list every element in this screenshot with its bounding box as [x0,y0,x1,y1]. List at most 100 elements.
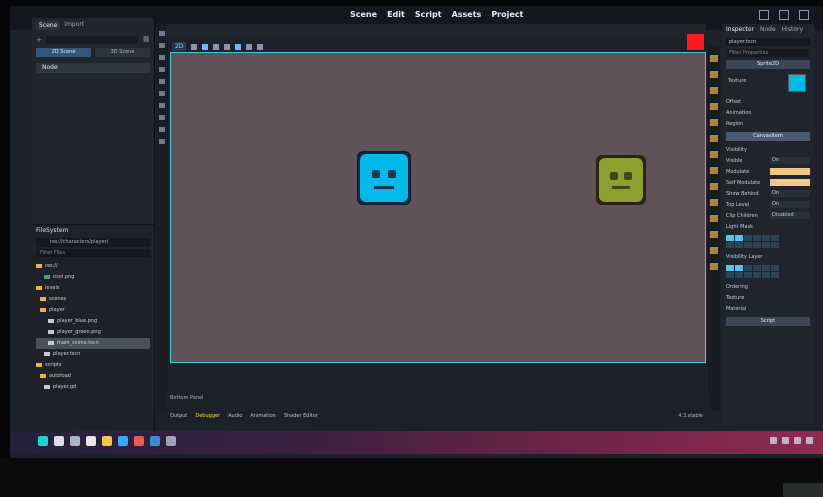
list-item[interactable]: levels [36,283,150,294]
start-icon[interactable] [38,436,48,446]
list-item[interactable]: scenes [36,294,150,305]
menu-project[interactable]: Project [491,10,523,19]
select-tool-icon[interactable] [191,43,198,50]
inspector-section[interactable]: Sprite2D [726,60,810,69]
add-node-icon[interactable]: ＋ [36,35,42,44]
battery-icon[interactable] [806,437,813,444]
color-swatch[interactable] [770,179,810,186]
edge-icon[interactable] [118,436,128,446]
property-row[interactable]: Modulate [726,166,810,177]
scale-tool-icon[interactable] [224,43,231,50]
tool-icon[interactable] [710,103,718,110]
chat-icon[interactable] [86,436,96,446]
menu-edit[interactable]: Edit [387,10,405,19]
property-row[interactable]: Material [726,303,810,314]
list-item[interactable]: main_scene.tscn [36,338,150,349]
scene-filter-input[interactable] [46,35,139,44]
lock-icon[interactable] [257,43,264,50]
godot-blue-icon[interactable] [357,151,411,205]
tool-icon[interactable] [710,231,718,238]
list-item[interactable]: player [36,305,150,316]
list-item[interactable]: scripts [36,360,150,371]
scene-tree-root[interactable]: Node [36,63,150,73]
list-item[interactable]: autoload [36,371,150,382]
tab-history[interactable]: History [782,26,803,33]
tool-icon[interactable] [710,135,718,142]
property-row[interactable]: Visibility [726,144,810,155]
inspector-path[interactable]: player.tscn [726,38,810,46]
volume-icon[interactable] [794,437,801,444]
tool-icon[interactable] [159,91,165,96]
texture-property[interactable]: Texture [726,72,810,94]
app-icon[interactable] [134,436,144,446]
tool-icon[interactable] [159,67,165,72]
tab-audio[interactable]: Audio [228,413,242,419]
filesystem-filter-input[interactable]: Filter Files [36,249,150,257]
tab-import[interactable]: Import [64,21,84,30]
tool-icon[interactable] [710,167,718,174]
tab-inspector[interactable]: Inspector [726,26,754,33]
list-item[interactable]: res:// [36,261,150,272]
wifi-icon[interactable] [782,437,789,444]
tab-animation[interactable]: Animation [250,413,276,419]
tool-icon[interactable] [159,127,165,132]
tool-icon[interactable] [159,115,165,120]
minimize-icon[interactable] [759,10,769,20]
close-icon[interactable] [799,10,809,20]
tab-output[interactable]: Output [170,413,187,419]
2d-mode-button[interactable]: 2D [172,42,187,51]
tool-icon[interactable] [159,79,165,84]
tool-icon[interactable] [710,215,718,222]
menu-assets[interactable]: Assets [452,10,482,19]
property-row[interactable]: Offset [726,96,810,107]
tool-icon[interactable] [710,263,718,270]
property-row[interactable]: Animation [726,107,810,118]
list-item[interactable]: icon.png [36,272,150,283]
tool-icon[interactable] [159,55,165,60]
light-mask-grid[interactable] [726,235,810,248]
task-view-icon[interactable] [70,436,80,446]
maximize-icon[interactable] [779,10,789,20]
2d-viewport[interactable] [170,52,706,363]
list-item[interactable]: player.tscn [36,349,150,360]
texture-thumbnail[interactable] [788,74,806,92]
folder-icon[interactable] [102,436,112,446]
tool-icon[interactable] [159,139,165,144]
chevron-up-icon[interactable] [770,437,777,444]
search-icon[interactable] [54,436,64,446]
tab-shader-editor[interactable]: Shader Editor [284,413,318,419]
property-row[interactable]: Texture [726,292,810,303]
color-swatch[interactable] [770,168,810,175]
tool-icon[interactable] [710,71,718,78]
move-tool-icon[interactable] [202,43,209,50]
grid-icon[interactable] [246,43,253,50]
snap-icon[interactable] [235,43,242,50]
property-row[interactable]: Top Level On [726,199,810,210]
tool-icon[interactable] [159,31,165,36]
app-icon[interactable] [166,436,176,446]
visibility-layer-grid[interactable] [726,265,810,278]
3d-scene-button[interactable]: 3D Scene [95,48,150,57]
filesystem-path[interactable]: res://characters/player/ [36,238,150,247]
godot-icon[interactable] [150,436,160,446]
tool-icon[interactable] [159,43,165,48]
property-row[interactable]: Region [726,118,810,129]
property-row[interactable]: Visible On [726,155,810,166]
list-item[interactable]: player.gd [36,382,150,393]
red-close-button[interactable] [687,34,704,50]
inspector-section[interactable]: Script [726,317,810,326]
tab-node[interactable]: Node [760,26,776,33]
inspector-filter-input[interactable]: Filter Properties [726,49,810,57]
tool-icon[interactable] [710,199,718,206]
property-row[interactable]: Self Modulate [726,177,810,188]
tab-debugger[interactable]: Debugger [195,413,220,419]
2d-scene-button[interactable]: 2D Scene [36,48,91,57]
menu-script[interactable]: Script [415,10,442,19]
tool-icon[interactable] [710,247,718,254]
tool-icon[interactable] [710,119,718,126]
property-row[interactable]: Show Behind On [726,188,810,199]
tool-icon[interactable] [710,151,718,158]
rotate-tool-icon[interactable] [213,43,220,50]
link-icon[interactable]: ⛓ [142,36,150,43]
property-row[interactable]: Clip Children Disabled [726,210,810,221]
